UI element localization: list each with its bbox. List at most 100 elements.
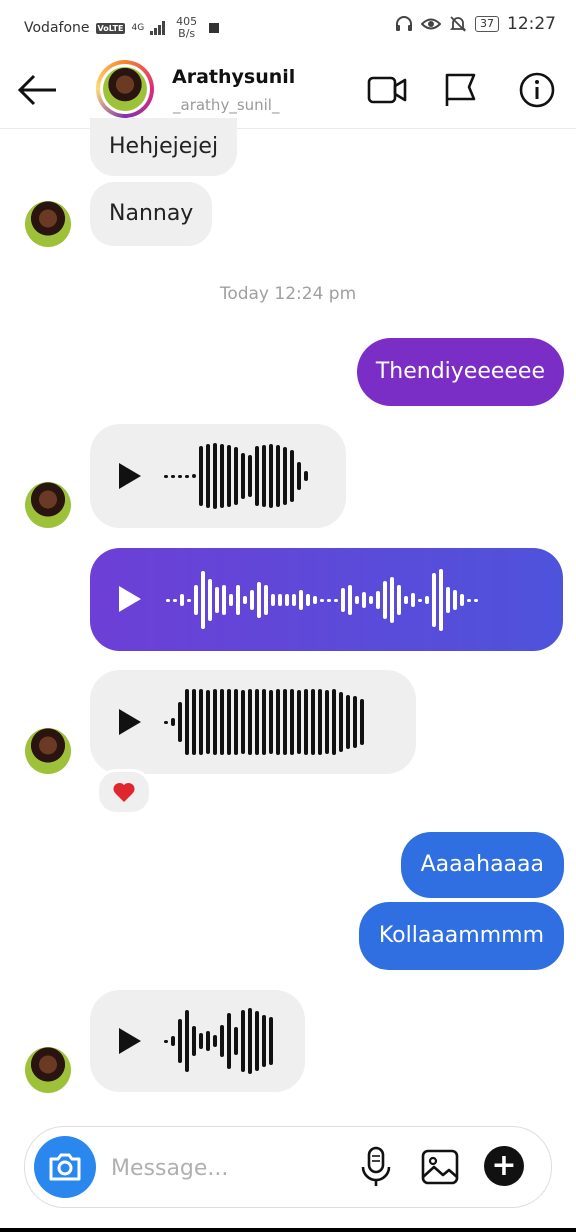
avatar-photo	[103, 67, 147, 111]
message-input[interactable]	[109, 1147, 343, 1189]
waveform-bar	[243, 596, 247, 604]
play-icon[interactable]	[119, 586, 141, 612]
waveform-bar	[227, 445, 231, 507]
waveform-bar	[220, 1025, 224, 1057]
battery-indicator: 37	[475, 16, 499, 32]
waveform-bar	[411, 593, 415, 607]
message-composer: +	[24, 1126, 552, 1208]
voice-message-incoming[interactable]	[90, 424, 346, 528]
camera-icon	[49, 1153, 81, 1181]
waveform-bar	[215, 587, 219, 613]
gallery-icon[interactable]	[419, 1145, 461, 1189]
profile-avatar[interactable]	[96, 60, 154, 118]
plus-icon[interactable]: +	[484, 1146, 524, 1186]
waveform-bar	[283, 447, 287, 505]
microphone-icon[interactable]	[355, 1145, 397, 1189]
audio-waveform	[164, 1003, 273, 1079]
play-icon[interactable]	[119, 463, 141, 489]
voice-message-incoming[interactable]	[90, 990, 305, 1092]
audio-waveform	[164, 684, 364, 760]
waveform-bar	[178, 474, 182, 478]
waveform-bar	[425, 596, 429, 604]
waveform-bar	[257, 582, 261, 618]
waveform-bar	[383, 581, 387, 619]
message-bubble-incoming[interactable]: Nannay	[90, 182, 213, 246]
signal-icon	[150, 21, 166, 35]
clock: 12:27	[507, 14, 556, 34]
headphones-icon	[396, 16, 412, 31]
waveform-bar	[278, 594, 282, 606]
play-icon[interactable]	[119, 1028, 141, 1054]
waveform-bar	[339, 692, 343, 752]
waveform-bar	[269, 444, 273, 508]
play-icon[interactable]	[119, 709, 141, 735]
waveform-bar	[213, 443, 217, 509]
waveform-bar	[376, 591, 380, 609]
waveform-bar	[327, 598, 331, 602]
waveform-bar	[187, 598, 191, 602]
message-bubble-outgoing[interactable]: Aaaahaaaa	[400, 832, 564, 898]
reaction-badge[interactable]	[96, 769, 152, 815]
sender-avatar[interactable]	[25, 201, 71, 247]
waveform-bar	[164, 474, 168, 478]
navigation-bar	[0, 1228, 576, 1232]
waveform-bar	[201, 571, 205, 629]
contact-name[interactable]: Arathysunil	[172, 66, 295, 88]
waveform-bar	[332, 689, 336, 755]
waveform-bar	[390, 577, 394, 623]
waveform-bar	[306, 594, 310, 606]
speed-unit: B/s	[178, 27, 196, 40]
waveform-bar	[234, 447, 238, 505]
waveform-bar	[166, 598, 170, 602]
info-icon[interactable]	[516, 70, 558, 110]
waveform-bar	[311, 689, 315, 755]
flag-icon[interactable]	[440, 70, 482, 110]
sender-avatar[interactable]	[25, 1047, 71, 1093]
message-text: Nannay	[109, 201, 194, 226]
waveform-bar	[248, 455, 252, 497]
waveform-bar	[241, 453, 245, 499]
waveform-bar	[255, 446, 259, 506]
waveform-bar	[325, 690, 329, 754]
waveform-bar	[255, 689, 259, 755]
sender-avatar[interactable]	[25, 728, 71, 774]
video-call-icon[interactable]	[366, 70, 408, 110]
waveform-bar	[460, 594, 464, 606]
waveform-bar	[262, 1015, 266, 1067]
message-text: Kollaaammmm	[378, 923, 544, 948]
voice-message-incoming[interactable]	[90, 670, 416, 774]
waveform-bar	[241, 1010, 245, 1072]
message-bubble-outgoing[interactable]: Thendiyeeeeee	[356, 338, 564, 406]
waveform-bar	[341, 588, 345, 612]
camera-button[interactable]	[34, 1136, 96, 1198]
waveform-bar	[206, 690, 210, 754]
voice-message-outgoing[interactable]	[90, 548, 563, 651]
waveform-bar	[269, 1017, 273, 1065]
waveform-bar	[236, 585, 240, 615]
sender-avatar[interactable]	[25, 482, 71, 528]
waveform-bar	[255, 1011, 259, 1071]
waveform-bar	[206, 1031, 210, 1051]
waveform-bar	[283, 689, 287, 755]
waveform-bar	[362, 592, 366, 608]
waveform-bar	[234, 689, 238, 755]
back-arrow-icon[interactable]	[16, 70, 60, 110]
waveform-bar	[180, 594, 184, 606]
waveform-bar	[334, 598, 338, 602]
timestamp: Today 12:24 pm	[219, 284, 357, 304]
waveform-bar	[222, 585, 226, 615]
waveform-bar	[285, 594, 289, 606]
contact-username[interactable]: _arathy_sunil_	[173, 96, 279, 114]
network-type: 4G	[131, 23, 145, 33]
waveform-bar	[348, 585, 352, 615]
waveform-bar	[227, 1013, 231, 1069]
waveform-bar	[304, 471, 308, 481]
waveform-bar	[262, 689, 266, 755]
message-bubble-incoming[interactable]: Hehjejejej	[90, 118, 238, 176]
waveform-bar	[213, 1035, 217, 1047]
waveform-bar	[271, 594, 275, 606]
message-bubble-outgoing[interactable]: Kollaaammmm	[358, 902, 564, 970]
audio-waveform	[164, 438, 308, 514]
waveform-bar	[320, 598, 324, 602]
waveform-bar	[229, 594, 233, 606]
